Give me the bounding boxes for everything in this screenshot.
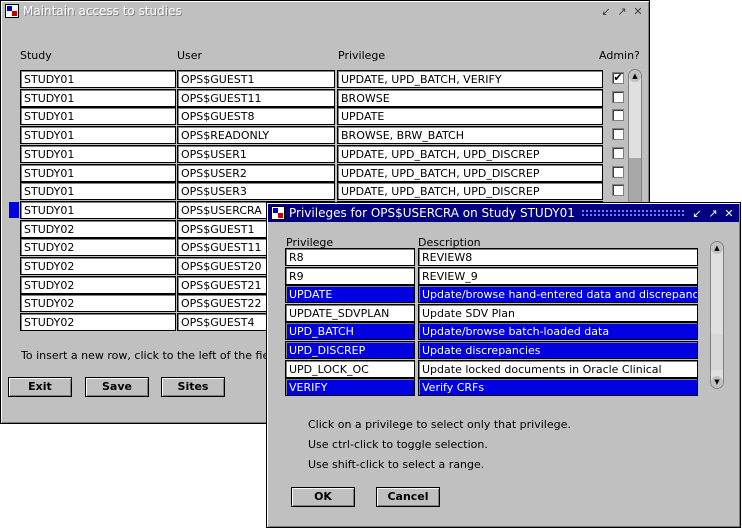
minimize-icon[interactable]: ↙	[599, 4, 613, 18]
study-field[interactable]: STUDY02	[20, 275, 176, 294]
admin-checkbox[interactable]	[612, 109, 624, 122]
dialog-minimize-icon[interactable]: ↙	[690, 206, 704, 220]
privilege-name-field[interactable]: UPD_LOCK_OC	[285, 359, 415, 378]
admin-checkbox[interactable]: ✔	[612, 72, 624, 84]
privilege-name-field[interactable]: VERIFY	[285, 378, 415, 397]
study-field[interactable]: STUDY01	[20, 88, 176, 107]
privilege-description-field[interactable]: Update discrepancies	[418, 341, 698, 359]
instruction-3: Use shift-click to select a range.	[308, 458, 485, 471]
privilege-name-field[interactable]: R8	[285, 248, 415, 266]
privilege-name-field[interactable]: UPDATE	[285, 285, 415, 304]
study-field[interactable]: STUDY01	[20, 70, 176, 88]
user-field[interactable]: OPS$USER1	[177, 144, 335, 163]
study-field[interactable]: STUDY01	[20, 163, 176, 182]
cancel-button[interactable]: Cancel	[376, 487, 440, 507]
user-field[interactable]: OPS$USER3	[177, 182, 335, 201]
privilege-field[interactable]: UPDATE, UPD_BATCH, UPD_DISCREP	[337, 163, 603, 182]
dialog-titlebar[interactable]: Privileges for OPS$USERCRA on Study STUD…	[268, 204, 739, 222]
admin-checkbox[interactable]	[612, 165, 624, 178]
save-button[interactable]: Save	[85, 377, 149, 397]
study-field[interactable]: STUDY02	[20, 238, 176, 257]
dialog-app-icon	[271, 206, 285, 220]
instruction-1: Click on a privilege to select only that…	[308, 418, 571, 431]
privilege-field[interactable]: UPDATE, UPD_BATCH, UPD_DISCREP	[337, 144, 603, 163]
admin-checkbox[interactable]	[612, 184, 624, 197]
dialog-close-icon[interactable]: ✕	[722, 206, 736, 220]
dialog-title: Privileges for OPS$USERCRA on Study STUD…	[289, 206, 575, 220]
ok-button[interactable]: OK	[291, 487, 355, 507]
study-field[interactable]: STUDY02	[20, 313, 176, 332]
header-user: User	[177, 49, 203, 62]
study-field[interactable]: STUDY01	[20, 200, 176, 219]
dialog-maximize-icon[interactable]: ↗	[706, 206, 720, 220]
study-field[interactable]: STUDY02	[20, 219, 176, 238]
instruction-2: Use ctrl-click to toggle selection.	[308, 438, 488, 451]
scroll-up-icon[interactable]: ▲	[629, 70, 641, 82]
user-field[interactable]: OPS$GUEST11	[177, 88, 335, 107]
privilege-description-field[interactable]: Update/browse batch-loaded data	[418, 322, 698, 341]
admin-checkbox[interactable]	[612, 90, 624, 103]
study-field[interactable]: STUDY01	[20, 107, 176, 126]
privilege-field[interactable]: UPDATE, UPD_BATCH, VERIFY	[337, 70, 603, 88]
title-grip	[580, 209, 684, 217]
study-field[interactable]: STUDY01	[20, 144, 176, 163]
study-field[interactable]: STUDY01	[20, 126, 176, 145]
admin-checkbox[interactable]	[612, 128, 624, 141]
privileges-dialog: Privileges for OPS$USERCRA on Study STUD…	[266, 202, 741, 528]
user-field[interactable]: OPS$GUEST1	[177, 70, 335, 88]
privilege-name-field[interactable]: UPDATE_SDVPLAN	[285, 303, 415, 322]
header-privilege: Privilege	[338, 49, 386, 62]
study-field[interactable]: STUDY01	[20, 182, 176, 201]
dialog-scroll-up-icon[interactable]: ▲	[711, 242, 723, 254]
sites-button[interactable]: Sites	[161, 377, 225, 397]
header-study: Study	[20, 49, 52, 62]
privilege-description-field[interactable]: REVIEW_9	[418, 266, 698, 285]
close-icon[interactable]: ✕	[631, 4, 645, 18]
privilege-name-field[interactable]: UPD_DISCREP	[285, 341, 415, 359]
study-field[interactable]: STUDY02	[20, 294, 176, 313]
privilege-description-field[interactable]: Update/browse hand-entered data and disc…	[418, 285, 698, 304]
user-field[interactable]: OPS$GUEST8	[177, 107, 335, 126]
app-icon	[5, 4, 19, 18]
insert-row-hint: To insert a new row, click to the left o…	[21, 349, 297, 362]
privilege-description-field[interactable]: Verify CRFs	[418, 378, 698, 397]
privilege-field[interactable]: BROWSE	[337, 88, 603, 107]
dialog-scroll-down-icon[interactable]: ▼	[711, 376, 723, 388]
maximize-icon[interactable]: ↗	[615, 4, 629, 18]
scroll-thumb[interactable]	[629, 158, 641, 208]
admin-checkbox[interactable]	[612, 146, 624, 159]
privilege-description-field[interactable]: REVIEW8	[418, 248, 698, 266]
study-field[interactable]: STUDY02	[20, 257, 176, 275]
privilege-description-field[interactable]: Update SDV Plan	[418, 303, 698, 322]
current-row-marker	[9, 202, 19, 218]
privilege-description-field[interactable]: Update locked documents in Oracle Clinic…	[418, 359, 698, 378]
exit-button[interactable]: Exit	[8, 377, 72, 397]
privilege-field[interactable]: UPDATE	[337, 107, 603, 126]
privilege-field[interactable]: BROWSE, BRW_BATCH	[337, 126, 603, 145]
user-field[interactable]: OPS$READONLY	[177, 126, 335, 145]
main-window-title: Maintain access to studies	[23, 4, 182, 18]
privilege-field[interactable]: UPDATE, UPD_BATCH, UPD_DISCREP	[337, 182, 603, 201]
user-field[interactable]: OPS$USER2	[177, 163, 335, 182]
main-titlebar[interactable]: Maintain access to studies ↙ ↗ ✕	[2, 2, 648, 20]
header-admin: Admin?	[599, 49, 640, 62]
dialog-scrollbar[interactable]: ▲ ▼	[710, 241, 724, 389]
privilege-name-field[interactable]: R9	[285, 266, 415, 285]
dialog-scroll-thumb[interactable]	[711, 334, 723, 370]
privilege-name-field[interactable]: UPD_BATCH	[285, 322, 415, 341]
